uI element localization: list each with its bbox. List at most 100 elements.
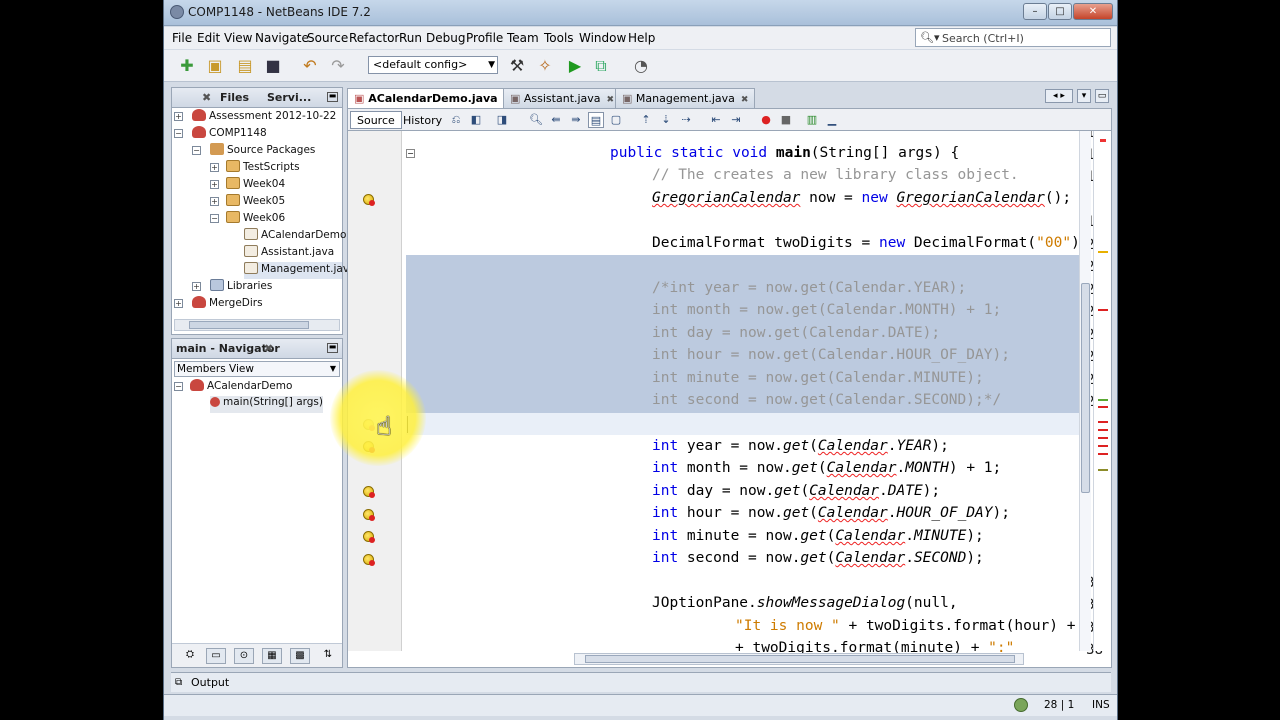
minimize-button[interactable]: – — [1023, 3, 1047, 20]
menu-navigate[interactable]: Navigate — [255, 31, 309, 45]
editor-vertical-scrollbar[interactable] — [1079, 131, 1091, 651]
hint-bulb-icon[interactable] — [363, 509, 375, 521]
find-icon[interactable]: 🔍︎ — [528, 112, 544, 128]
tab-source[interactable]: Source — [350, 111, 402, 129]
toggle-highlight-icon[interactable]: ▤ — [588, 112, 604, 128]
maximize-button[interactable]: □ — [1048, 3, 1072, 20]
scrollbar-thumb[interactable] — [189, 321, 309, 329]
nav-method-item[interactable]: main(String[] args) — [210, 396, 323, 413]
tree-item-management[interactable]: Management.jav — [244, 262, 349, 279]
back-icon[interactable]: ◧ — [468, 112, 484, 128]
collapse-icon[interactable]: − — [210, 214, 219, 223]
error-mark[interactable] — [1098, 429, 1108, 431]
menu-edit[interactable]: Edit — [197, 31, 220, 45]
hint-bulb-icon[interactable] — [363, 554, 375, 566]
collapse-icon[interactable]: − — [174, 129, 183, 138]
find-previous-icon[interactable]: ⇚ — [548, 112, 564, 128]
menu-window[interactable]: Window — [579, 31, 626, 45]
menu-view[interactable]: View — [224, 31, 252, 45]
filter-inherited-icon[interactable]: ▩ — [290, 648, 310, 664]
forward-icon[interactable]: ◨ — [494, 112, 510, 128]
change-mark[interactable] — [1098, 399, 1108, 401]
previous-bookmark-icon[interactable]: ⇡ — [638, 112, 654, 128]
menu-team[interactable]: Team — [507, 31, 539, 45]
expand-icon[interactable]: + — [210, 180, 219, 189]
save-all-icon[interactable]: ■ — [262, 55, 284, 77]
clean-build-icon[interactable]: ✧ — [534, 55, 556, 77]
comment-icon[interactable]: ▥ — [804, 112, 820, 128]
output-bar[interactable]: ⧉ Output — [171, 672, 1111, 692]
scrollbar-thumb[interactable] — [585, 655, 1015, 663]
hint-bulb-icon[interactable] — [363, 419, 375, 431]
undo-icon[interactable]: ↶ — [299, 55, 321, 77]
hierarchy-icon[interactable]: ⛭ — [180, 648, 200, 664]
fold-collapse-icon[interactable]: − — [406, 149, 415, 158]
close-tab-icon[interactable]: ✖ — [607, 95, 615, 105]
hint-bulb-icon[interactable] — [363, 441, 375, 453]
notification-icon[interactable] — [1014, 698, 1028, 712]
warning-mark[interactable] — [1098, 251, 1108, 253]
config-select[interactable]: <default config> ▼ — [368, 56, 498, 74]
warning-mark[interactable] — [1098, 469, 1108, 471]
code-editor[interactable]: − 15 16 17 19 20 21 22 23 24 25 26 27 35… — [347, 130, 1112, 668]
find-next-icon[interactable]: ⇛ — [568, 112, 584, 128]
menu-debug[interactable]: Debug — [426, 31, 465, 45]
hint-bulb-icon[interactable] — [363, 531, 375, 543]
new-file-icon[interactable]: ✚ — [176, 55, 198, 77]
close-icon[interactable]: ✖ — [264, 342, 273, 355]
menu-refactor[interactable]: Refactor — [349, 31, 399, 45]
open-project-icon[interactable]: ▤ — [234, 55, 256, 77]
debug-icon[interactable]: ⧉ — [590, 55, 612, 77]
close-tab-icon[interactable]: ✖ — [741, 95, 749, 105]
tab-projects-close[interactable]: ✖ — [202, 91, 211, 104]
tab-files[interactable]: Files — [220, 91, 249, 104]
maximize-editor-icon[interactable]: ▭ — [1095, 89, 1109, 103]
error-mark[interactable] — [1098, 421, 1108, 423]
minimize-pane-icon[interactable]: ▬ — [327, 343, 338, 353]
shift-right-icon[interactable]: ⇥ — [728, 112, 744, 128]
hint-bulb-icon[interactable] — [363, 486, 375, 498]
menu-source[interactable]: Source — [307, 31, 348, 45]
error-mark[interactable] — [1098, 437, 1108, 439]
error-mark[interactable] — [1098, 309, 1108, 311]
profile-icon[interactable]: ◔ — [630, 55, 652, 77]
sort-icon[interactable]: ⇅ — [318, 648, 338, 664]
tab-acalendardemo[interactable]: ▣ ACalendarDemo.java✖ — [347, 88, 519, 108]
start-macro-icon[interactable]: ● — [758, 112, 774, 128]
scrollbar-thumb[interactable] — [1081, 283, 1090, 493]
projects-horizontal-scrollbar[interactable] — [174, 319, 340, 331]
tab-history[interactable]: History — [396, 111, 449, 129]
minimize-pane-icon[interactable]: ▬ — [327, 92, 338, 102]
error-mark[interactable] — [1098, 453, 1108, 455]
menu-run[interactable]: Run — [399, 31, 422, 45]
menu-help[interactable]: Help — [628, 31, 655, 45]
new-project-icon[interactable]: ▣ — [204, 55, 226, 77]
error-mark[interactable] — [1098, 406, 1108, 408]
error-indicator-icon[interactable] — [1100, 139, 1106, 142]
expand-icon[interactable]: + — [174, 112, 183, 121]
expand-icon[interactable]: + — [174, 299, 183, 308]
hint-bulb-icon[interactable] — [363, 194, 375, 206]
tab-scroll-arrows-icon[interactable]: ◂ ▸ — [1045, 89, 1073, 103]
expand-icon[interactable]: + — [210, 197, 219, 206]
collapse-icon[interactable]: − — [174, 382, 183, 391]
menu-tools[interactable]: Tools — [544, 31, 574, 45]
tab-assistant[interactable]: ▣ Assistant.java ✖ — [503, 88, 622, 108]
filter-nonpublic-icon[interactable]: ▦ — [262, 648, 282, 664]
menu-file[interactable]: File — [172, 31, 192, 45]
filter-fields-icon[interactable]: ▭ — [206, 648, 226, 664]
collapse-icon[interactable]: − — [192, 146, 201, 155]
toggle-rect-selection-icon[interactable]: ▢ — [608, 112, 624, 128]
expand-icon[interactable]: + — [192, 282, 201, 291]
tab-list-dropdown-icon[interactable]: ▾ — [1077, 89, 1091, 103]
close-button[interactable]: ✕ — [1073, 3, 1113, 20]
build-icon[interactable]: ⚒ — [506, 55, 528, 77]
shift-left-icon[interactable]: ⇤ — [708, 112, 724, 128]
uncomment-icon[interactable]: ▁ — [824, 112, 840, 128]
redo-icon[interactable]: ↷ — [327, 55, 349, 77]
error-mark[interactable] — [1098, 445, 1108, 447]
toggle-bookmark-icon[interactable]: ⇢ — [678, 112, 694, 128]
next-bookmark-icon[interactable]: ⇣ — [658, 112, 674, 128]
run-icon[interactable]: ▶ — [564, 55, 586, 77]
tab-management[interactable]: ▣ Management.java ✖ — [615, 88, 756, 108]
